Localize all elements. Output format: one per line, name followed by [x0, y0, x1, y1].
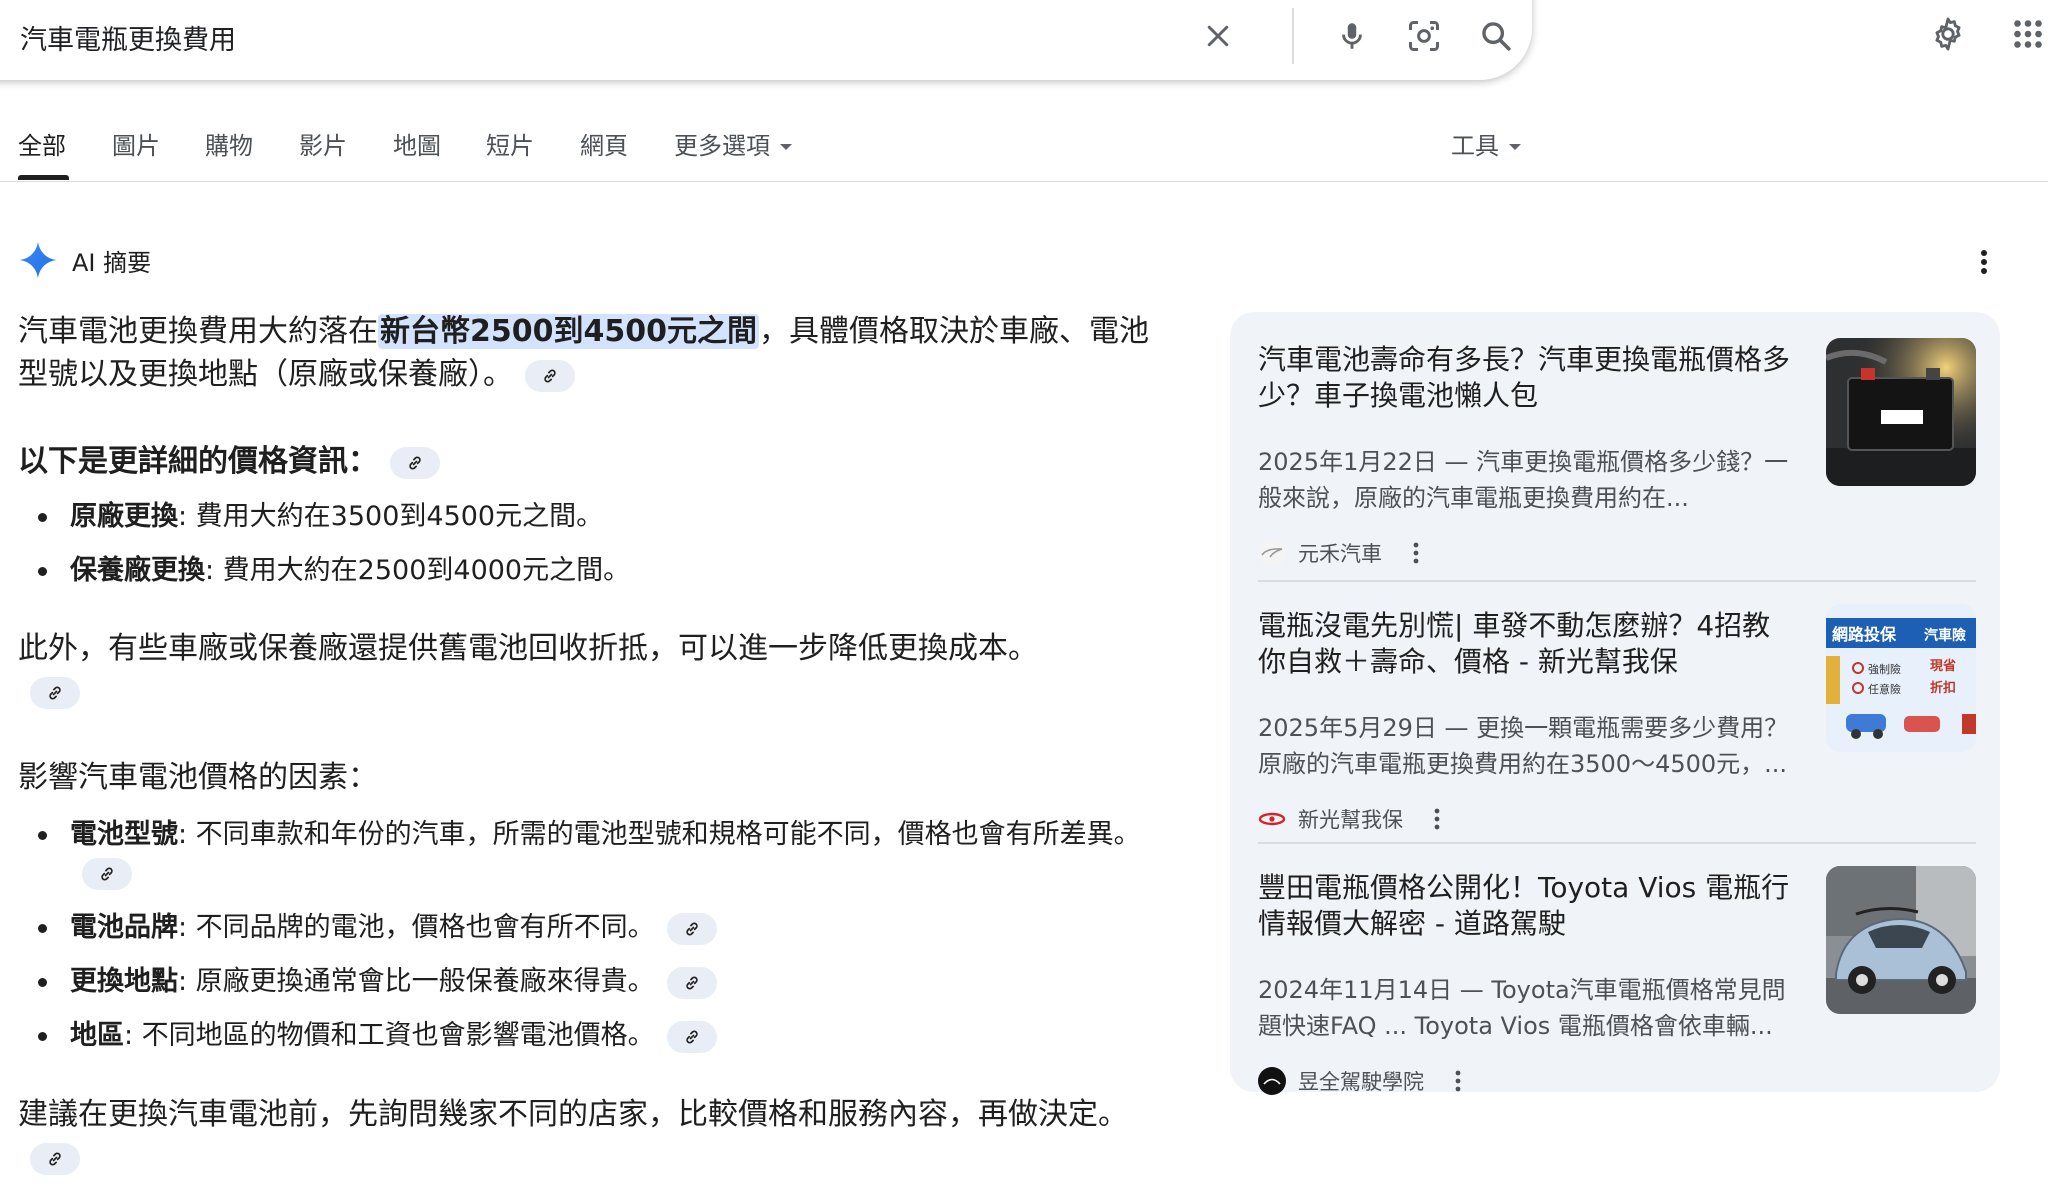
source-snippet: 2025年1月22日 — 汽車更換電瓶價格多少錢？一般來說，原廠的汽車電瓶更換費… [1258, 448, 1789, 512]
tools-label: 工具 [1451, 132, 1499, 160]
thumb-banner-text-2: 汽車險 [1924, 627, 1966, 644]
price-details-title: 以下是更詳細的價格資訊： [18, 436, 440, 480]
source-title[interactable]: 豐田電瓶價格公開化！Toyota Vios 電瓶行情報價大解密 - 道路駕駛 [1258, 870, 1798, 942]
insurance-banner-image: 網路投保 汽車險 強制險 任意險 現省 折扣 [1826, 604, 1976, 752]
citation-link-chip[interactable] [525, 359, 575, 392]
link-icon [49, 1152, 61, 1165]
thumb-promo-1: 現省 [1930, 658, 1956, 674]
citation-link-chip[interactable] [666, 966, 717, 999]
recycle-paragraph: 此外，有些車廠或保養廠還提供舊電池回收折抵，可以進一步降低更換成本。 [18, 627, 1088, 713]
advice-paragraph: 建議在更換汽車電池前，先詢問幾家不同的店家，比較價格和服務內容，再做決定。 [18, 1093, 1168, 1179]
list-item-text: : 不同車款和年份的汽車，所需的電池型號和規格可能不同，價格也會有所差異。 [178, 819, 1141, 850]
source-snippet: 2025年5月29日 — 更換一顆電瓶需要多少費用？原廠的汽車電瓶更換費用約在3… [1258, 714, 1789, 778]
sources-panel: 汽車電池壽命有多長？汽車更換電瓶價格多少？車子換電池懶人包 2025年1月22日… [1230, 312, 2000, 1095]
source-more-icon[interactable] [1448, 1067, 1468, 1095]
source-thumbnail[interactable] [1826, 338, 1976, 486]
gemini-sparkle-icon [19, 241, 57, 279]
tab-web[interactable]: 網頁 [580, 126, 628, 161]
ai-overview-more-icon[interactable] [1968, 244, 2000, 280]
list-item-term: 更換地點 [70, 966, 178, 997]
advice-text: 建議在更換汽車電池前，先詢問幾家不同的店家，比較價格和服務內容，再做決定。 [18, 1097, 1128, 1132]
source-thumbnail[interactable] [1826, 866, 1976, 1014]
intro-text: 汽車電池更換費用大約落在 [18, 314, 378, 349]
search-tabs: 全部 圖片 購物 影片 地圖 短片 網頁 更多選項 工具 [0, 0, 2048, 182]
car-battery-image [1826, 338, 1976, 486]
ai-overview-header: AI 摘要 [18, 240, 151, 280]
list-item: 原廠更換: 費用大約在3500到4500元之間。 [38, 498, 1170, 536]
ai-intro-paragraph: 汽車電池更換費用大約落在新台幣2500到4500元之間，具體價格取決於車廠、電池… [18, 310, 1168, 396]
list-item-term: 電池品牌 [70, 912, 178, 943]
tab-maps[interactable]: 地圖 [393, 126, 441, 161]
factors-title: 影響汽車電池價格的因素： [18, 760, 378, 795]
source-snippet: 2024年11月14日 — Toyota汽車電瓶價格常見問題快速FAQ ... … [1258, 976, 1786, 1040]
list-item-text: : 不同品牌的電池，價格也會有所不同。 [178, 912, 655, 943]
source-site: 昱全駕駛學院 [1258, 1066, 1468, 1096]
tab-short-videos[interactable]: 短片 [486, 126, 534, 161]
tab-images[interactable]: 圖片 [112, 126, 160, 161]
link-icon [544, 369, 556, 382]
list-item: 電池型號: 不同車款和年份的汽車，所需的電池型號和規格可能不同，價格也會有所差異… [38, 816, 1170, 892]
more-options-label: 更多選項 [674, 132, 770, 160]
link-icon [685, 922, 698, 935]
citation-link-chip[interactable] [666, 912, 717, 945]
link-icon [409, 456, 421, 469]
source-divider [1258, 842, 1976, 844]
link-icon [101, 867, 113, 880]
source-thumbnail[interactable]: 網路投保 汽車險 強制險 任意險 現省 折扣 [1826, 604, 1976, 752]
citation-link-chip[interactable] [666, 1020, 717, 1053]
intro-highlight: 新台幣2500到4500元之間 [378, 314, 759, 349]
recycle-text: 此外，有些車廠或保養廠還提供舊電池回收折抵，可以進一步降低更換成本。 [18, 631, 1038, 666]
thumb-line-1: 強制險 [1868, 662, 1901, 676]
list-item-text: : 不同地區的物價和工資也會影響電池價格。 [124, 1020, 655, 1051]
citation-link-chip[interactable] [390, 446, 440, 479]
list-item-text: : 原廠更換通常會比一般保養廠來得貴。 [178, 966, 655, 997]
list-item-term: 地區 [70, 1020, 124, 1051]
list-item-term: 原廠更換 [70, 501, 178, 532]
source-more-icon[interactable] [1406, 539, 1426, 567]
list-item: 保養廠更換: 費用大約在2500到4000元之間。 [38, 552, 1170, 590]
yuanhe-logo-icon [1258, 539, 1286, 567]
source-more-icon[interactable] [1427, 805, 1447, 833]
source-title[interactable]: 電瓶沒電先別慌| 車發不動怎麼辦？4招教你自救＋壽命、價格 - 新光幫我保 [1258, 608, 1798, 680]
active-tab-indicator [18, 175, 69, 180]
citation-link-chip[interactable] [30, 676, 80, 709]
caret-down-icon [1509, 144, 1521, 150]
list-item-text: : 費用大約在2500到4000元之間。 [205, 555, 631, 586]
list-item-text: : 費用大約在3500到4500元之間。 [178, 501, 604, 532]
vintage-car-image [1826, 866, 1976, 1014]
caret-down-icon [780, 144, 792, 150]
tab-videos[interactable]: 影片 [299, 126, 347, 161]
tab-all[interactable]: 全部 [18, 126, 66, 161]
source-title[interactable]: 汽車電池壽命有多長？汽車更換電瓶價格多少？車子換電池懶人包 [1258, 342, 1798, 414]
link-icon [685, 1030, 698, 1043]
ai-overview-title: AI 摘要 [72, 248, 152, 277]
thumb-line-2: 任意險 [1868, 682, 1901, 696]
tab-shopping[interactable]: 購物 [205, 126, 253, 161]
thumb-promo-2: 折扣 [1930, 680, 1956, 696]
list-item: 地區: 不同地區的物價和工資也會影響電池價格。 [38, 1017, 1170, 1055]
citation-link-chip[interactable] [82, 857, 132, 890]
tools-button[interactable]: 工具 [1451, 126, 1521, 161]
list-item-term: 保養廠更換 [70, 555, 205, 586]
tab-more-options[interactable]: 更多選項 [674, 126, 792, 161]
thumb-banner-text: 網路投保 [1832, 625, 1897, 644]
source-name: 元禾汽車 [1298, 542, 1382, 566]
link-icon [49, 686, 61, 699]
yuquan-logo-icon [1258, 1067, 1286, 1095]
source-name: 昱全駕駛學院 [1298, 1070, 1424, 1094]
list-item: 更換地點: 原廠更換通常會比一般保養廠來得貴。 [38, 963, 1170, 1001]
source-site: 新光幫我保 [1258, 804, 1447, 834]
link-icon [685, 976, 698, 989]
price-details-label: 以下是更詳細的價格資訊： [18, 444, 378, 479]
shinkong-logo-icon [1258, 805, 1286, 833]
source-name: 新光幫我保 [1298, 808, 1403, 832]
list-item: 電池品牌: 不同品牌的電池，價格也會有所不同。 [38, 909, 1170, 947]
list-item-term: 電池型號 [70, 819, 178, 850]
source-divider [1258, 580, 1976, 582]
citation-link-chip[interactable] [30, 1142, 80, 1175]
source-site: 元禾汽車 [1258, 538, 1426, 568]
